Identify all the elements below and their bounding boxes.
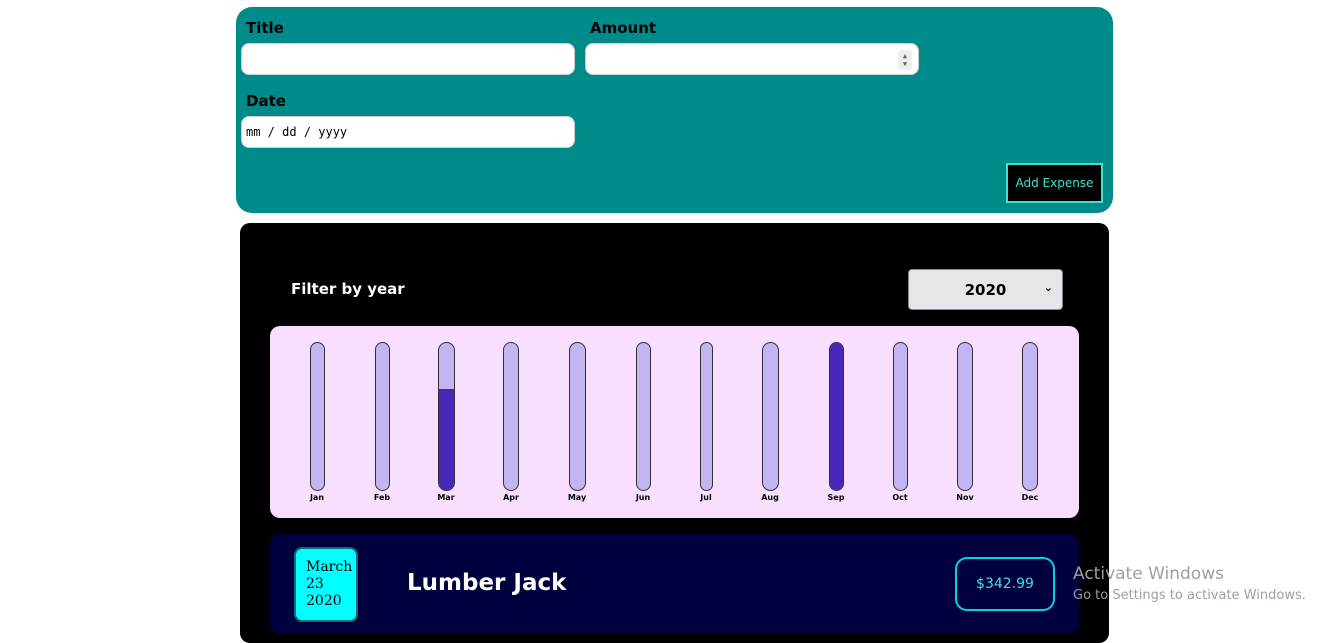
chart-bar-track [309, 342, 325, 491]
expense-item: March 23 2020 Lumber Jack $342.99 [270, 534, 1079, 634]
chart-bar-label: Jun [635, 493, 651, 502]
title-input[interactable] [241, 43, 575, 75]
chart-bar-may: May [562, 342, 592, 502]
expenses-panel: Filter by year 2020 ⌄ Jan Feb Mar Apr May Jun… [240, 223, 1109, 643]
chart-bar-jul: Jul [691, 342, 721, 502]
chart-bar-nov: Nov [950, 342, 980, 502]
chart-bar-fill [829, 343, 843, 490]
chart-bar-label: Sep [827, 493, 845, 502]
windows-activation-watermark: Activate Windows Go to Settings to activ… [1073, 563, 1306, 605]
chart-bar-jun: Jun [628, 342, 658, 502]
expense-date-year: 2020 [306, 593, 342, 609]
chart-bar-label: Apr [503, 493, 519, 502]
chart-bar-track [761, 342, 779, 491]
chart-bar-oct: Oct [885, 342, 915, 502]
expense-date-month: March [306, 559, 353, 575]
expense-date-day: 23 [306, 576, 324, 592]
filter-label: Filter by year [291, 280, 405, 298]
chart-bar-track [635, 342, 651, 491]
chart-bar-jan: Jan [302, 342, 332, 502]
chart-bar-label: Nov [956, 493, 974, 502]
date-label: Date [246, 92, 286, 110]
amount-stepper[interactable]: ▲ ▼ [898, 50, 912, 70]
chart-bar-track [1022, 342, 1038, 491]
chart-bar-track [892, 342, 908, 491]
chart-bar-sep: Sep [821, 342, 851, 502]
title-label: Title [246, 19, 284, 37]
chart-bar-fill [438, 388, 454, 490]
date-input[interactable]: mm / dd / yyyy [241, 116, 575, 148]
year-select-value: 2020 [964, 280, 1007, 299]
chart-bar-track [374, 342, 390, 491]
chevron-down-icon: ⌄ [1043, 281, 1053, 294]
chart-bar-label: Dec [1021, 493, 1039, 502]
chart-bar-track [568, 342, 586, 491]
amount-input[interactable]: ▲ ▼ [585, 43, 919, 75]
new-expense-form: Title Amount ▲ ▼ Date mm / dd / yyyy Add… [236, 7, 1113, 213]
chart-bar-track [699, 342, 713, 491]
chart-bar-mar: Mar [431, 342, 461, 502]
chart-bar-track [503, 342, 519, 491]
watermark-subtitle: Go to Settings to activate Windows. [1073, 588, 1306, 603]
chart-bar-label: Jan [309, 493, 325, 502]
chart-bar-dec: Dec [1015, 342, 1045, 502]
add-expense-button[interactable]: Add Expense [1006, 163, 1103, 203]
chart-bar-label: Oct [892, 493, 908, 502]
expense-title: Lumber Jack [407, 570, 567, 596]
chart-bar-label: Aug [761, 493, 779, 502]
chart-bar-feb: Feb [367, 342, 397, 502]
amount-label: Amount [590, 19, 657, 37]
chart-bar-label: May [567, 493, 587, 502]
expense-price: $342.99 [955, 557, 1055, 611]
chart-bar-track [957, 342, 973, 491]
stepper-down-icon[interactable]: ▼ [903, 60, 907, 68]
year-select[interactable]: 2020 ⌄ [908, 269, 1063, 310]
expenses-chart: Jan Feb Mar Apr May Jun Jul Aug Sep Oct Nov Dec [270, 326, 1079, 518]
watermark-title: Activate Windows [1073, 564, 1224, 584]
chart-bar-label: Feb [373, 493, 391, 502]
chart-bar-label: Mar [437, 493, 455, 502]
expense-date: March 23 2020 [294, 547, 358, 622]
chart-bar-track [828, 342, 844, 491]
chart-bar-apr: Apr [496, 342, 526, 502]
chart-bar-label: Jul [700, 493, 712, 502]
chart-bar-track [437, 342, 455, 491]
chart-bar-aug: Aug [755, 342, 785, 502]
stepper-up-icon[interactable]: ▲ [903, 52, 907, 60]
